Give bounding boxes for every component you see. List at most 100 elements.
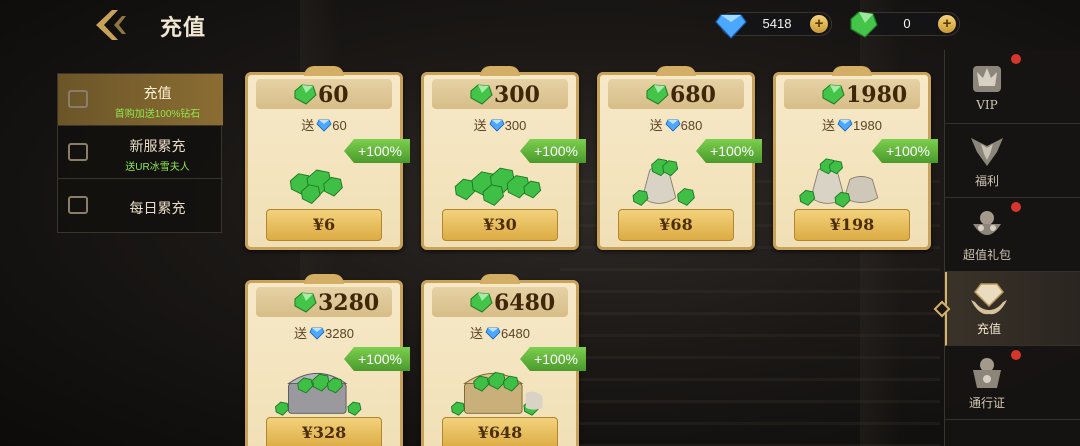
menu-item-daily-accumulate[interactable]: 每日累充 [58, 180, 223, 232]
bonus-amount: 60 [332, 118, 347, 133]
nav-item-recharge[interactable]: 充值 [945, 272, 1080, 346]
vip-crown-icon [973, 66, 1001, 92]
green-gem-icon [294, 292, 317, 313]
package-art [799, 158, 879, 208]
bonus-badge: +100% [520, 139, 586, 163]
chest-icon [68, 143, 88, 161]
gem-count: 6480 [494, 290, 556, 316]
left-recharge-menu: 充值 首购加送100%钻石 新服累充 送UR冰雪夫人 每日累充 [57, 73, 223, 233]
bonus-prefix: 送 [470, 326, 484, 341]
package-art [632, 158, 695, 206]
pass-icon [973, 358, 1001, 388]
bonus-amount: 6480 [501, 326, 530, 341]
bonus-amount: 680 [680, 118, 703, 133]
back-button[interactable] [92, 8, 132, 42]
green-gem-icon [294, 84, 317, 105]
package-art [289, 169, 343, 204]
blue-diamond-icon [665, 119, 681, 132]
bonus-prefix: 送 [822, 118, 836, 133]
menu-item-recharge[interactable]: 充值 首购加送100%钻石 [58, 74, 223, 126]
add-green-gem-button[interactable]: + [938, 15, 956, 33]
menu-item-sub: 送UR冰雪夫人 [125, 162, 190, 173]
gem-count: 3280 [318, 290, 380, 316]
gem-count: 300 [494, 82, 540, 108]
bonus-prefix: 送 [649, 118, 663, 133]
buy-button[interactable]: ¥68 [618, 209, 734, 241]
package-card[interactable]: 680 送 680 +100% ¥68 [597, 66, 762, 250]
blue-diamond-icon [485, 327, 501, 340]
nav-item-pass[interactable]: 通行证 [945, 346, 1080, 420]
gem-count: 1980 [846, 82, 908, 108]
right-side-nav: VIP 福利 超值礼包 充值 通行证 [944, 50, 1080, 446]
bonus-line: 送 3280 [248, 323, 400, 342]
blue-gem-amount: 5418 [762, 16, 792, 31]
nav-label: 福利 [974, 174, 999, 188]
nav-item-vip[interactable]: VIP [945, 50, 1080, 124]
bonus-line: 送 6480 [424, 323, 576, 342]
nav-label: 充值 [976, 322, 1001, 336]
menu-item-label: 新服累充 [129, 139, 186, 155]
back-arrow-icon [96, 10, 126, 40]
bonus-badge: +100% [344, 347, 410, 371]
buy-button[interactable]: ¥198 [794, 209, 910, 241]
gem-count: 60 [318, 82, 349, 108]
menu-item-sub: 首购加送100%钻石 [114, 109, 201, 120]
green-gem-currency: 0 + [850, 11, 960, 38]
bonus-badge: +100% [344, 139, 410, 163]
bonus-badge: +100% [520, 347, 586, 371]
recharge-hand-gem-icon [971, 283, 1007, 315]
green-gem-icon [470, 84, 493, 105]
green-gem-icon [822, 84, 845, 105]
chest-icon [68, 90, 88, 108]
green-gem-icon [646, 84, 669, 105]
gem-count: 680 [670, 82, 716, 108]
bonus-prefix: 送 [294, 326, 308, 341]
notification-dot [1011, 54, 1021, 64]
bonus-line: 送 1980 [776, 115, 928, 134]
menu-item-label: 每日累充 [129, 201, 186, 217]
card-cap [304, 66, 344, 76]
blue-diamond-icon [489, 119, 505, 132]
bonus-amount: 1980 [853, 118, 882, 133]
notification-dot [1011, 350, 1021, 360]
menu-item-new-server-accumulate[interactable]: 新服累充 送UR冰雪夫人 [58, 127, 223, 179]
buy-button[interactable]: ¥328 [266, 417, 382, 446]
buy-button[interactable]: ¥30 [442, 209, 558, 241]
bonus-amount: 300 [504, 118, 527, 133]
notification-dot [1011, 202, 1021, 212]
bonus-line: 送 680 [600, 115, 752, 134]
add-blue-gem-button[interactable]: + [810, 15, 828, 33]
blue-diamond-icon [316, 119, 332, 132]
bonus-badge: +100% [696, 139, 762, 163]
card-cap [480, 66, 520, 76]
card-cap [832, 66, 872, 76]
card-cap [480, 274, 520, 284]
bonus-badge: +100% [872, 139, 938, 163]
nav-item-welfare[interactable]: 福利 [945, 124, 1080, 198]
blue-diamond-icon [715, 14, 747, 39]
page-title: 充值 [160, 15, 207, 41]
package-card[interactable]: 3280 送 3280 +100% ¥328 [245, 274, 410, 446]
nav-item-value-pack[interactable]: 超值礼包 [945, 198, 1080, 272]
blue-gem-currency: 5418 + [715, 12, 832, 39]
card-cap [304, 274, 344, 284]
blue-diamond-icon [837, 119, 853, 132]
blue-diamond-icon [309, 327, 325, 340]
nav-label: 通行证 [968, 396, 1005, 410]
welfare-emblem-icon [971, 138, 1003, 166]
package-card[interactable]: 60 送 60 +100% ¥6 [245, 66, 410, 250]
bonus-line: 送 60 [248, 115, 400, 134]
card-cap [656, 66, 696, 76]
buy-button[interactable]: ¥6 [266, 209, 382, 241]
package-card[interactable]: 300 送 300 +100% ¥30 [421, 66, 586, 250]
package-art [275, 373, 362, 416]
green-gem-amount: 0 [903, 16, 911, 31]
gift-pack-icon [973, 211, 1001, 235]
package-card[interactable]: 6480 送 6480 +100% ¥648 [421, 274, 586, 446]
nav-label: VIP [976, 98, 998, 112]
package-card[interactable]: 1980 送 1980 +100% ¥198 [773, 66, 938, 250]
green-gem-icon [850, 11, 878, 38]
menu-item-label: 充值 [143, 86, 172, 102]
buy-button[interactable]: ¥648 [442, 417, 558, 446]
bonus-prefix: 送 [473, 118, 487, 133]
